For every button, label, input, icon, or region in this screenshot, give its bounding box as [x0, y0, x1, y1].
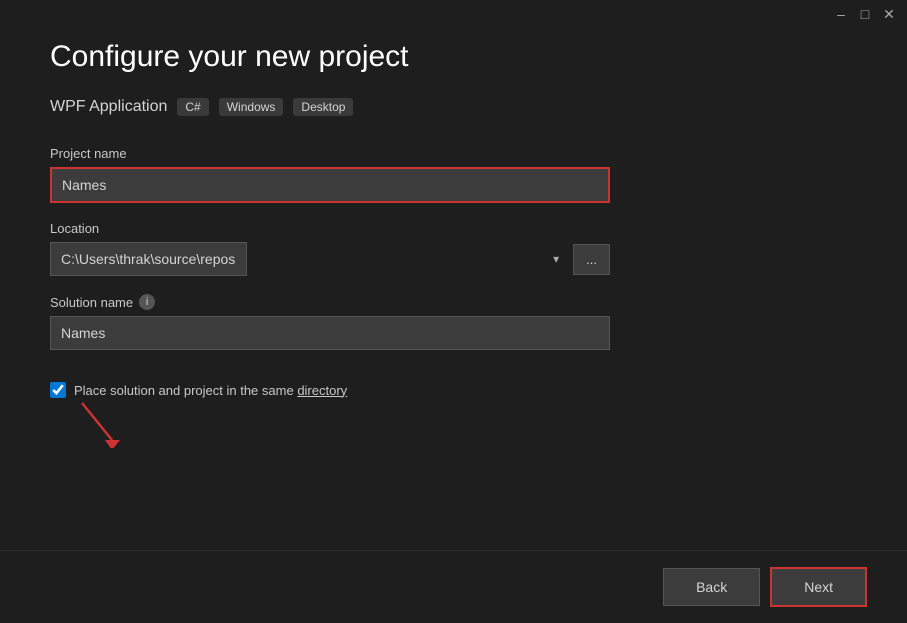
badge-windows: Windows	[219, 98, 284, 116]
solution-info-icon[interactable]: i	[139, 294, 155, 310]
page-title: Configure your new project	[50, 40, 857, 74]
location-section: Location C:\Users\thrak\source\repos ...	[50, 221, 857, 276]
location-select-wrapper: C:\Users\thrak\source\repos	[50, 242, 567, 276]
title-bar: – □ ✕	[823, 0, 907, 28]
back-button[interactable]: Back	[663, 568, 760, 606]
annotation-arrow-icon	[72, 398, 132, 448]
close-button[interactable]: ✕	[883, 8, 895, 20]
project-name-label: Project name	[50, 146, 857, 161]
project-name-section: Project name	[50, 146, 857, 203]
footer: Back Next	[0, 550, 907, 623]
browse-button[interactable]: ...	[573, 244, 610, 275]
location-select[interactable]: C:\Users\thrak\source\repos	[50, 242, 247, 276]
arrow-annotation	[72, 398, 132, 453]
main-content: Configure your new project WPF Applicati…	[0, 0, 907, 623]
solution-name-input[interactable]	[50, 316, 610, 350]
project-type-label: WPF Application	[50, 98, 167, 116]
location-row: C:\Users\thrak\source\repos ...	[50, 242, 610, 276]
badge-csharp: C#	[177, 98, 208, 116]
badge-desktop: Desktop	[293, 98, 353, 116]
solution-label-row: Solution name i	[50, 294, 857, 310]
same-directory-checkbox[interactable]	[50, 382, 66, 398]
project-type-row: WPF Application C# Windows Desktop	[50, 98, 857, 116]
next-button[interactable]: Next	[770, 567, 867, 607]
project-name-input[interactable]	[50, 167, 610, 203]
solution-name-section: Solution name i	[50, 294, 857, 350]
same-directory-row: Place solution and project in the same d…	[50, 382, 857, 398]
location-label: Location	[50, 221, 857, 236]
solution-name-label: Solution name	[50, 295, 133, 310]
same-directory-label[interactable]: Place solution and project in the same d…	[74, 383, 347, 398]
minimize-button[interactable]: –	[835, 8, 847, 20]
maximize-button[interactable]: □	[859, 8, 871, 20]
